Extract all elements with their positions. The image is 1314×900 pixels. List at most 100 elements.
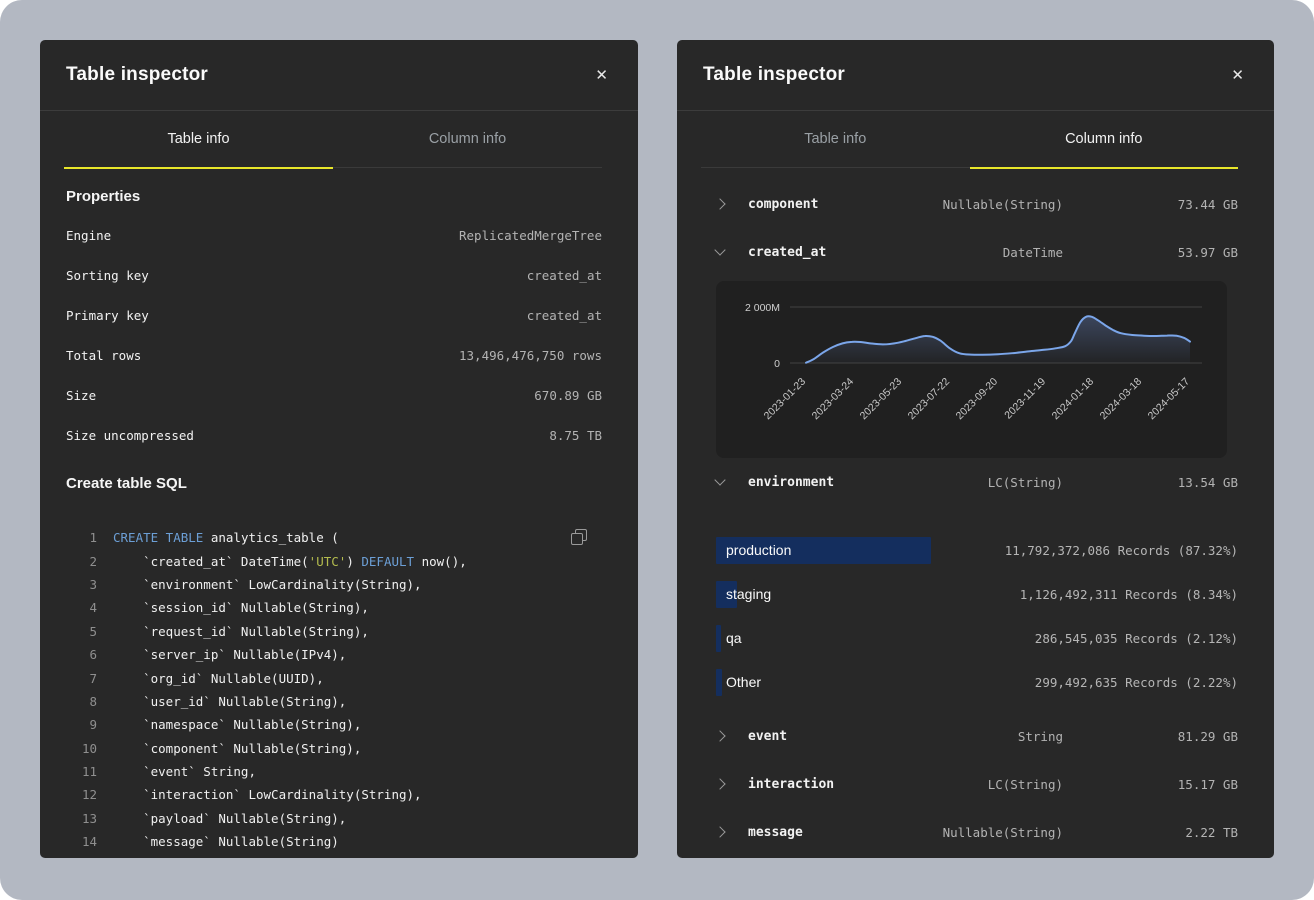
- y-axis-label-zero: 0: [774, 358, 780, 370]
- sql-line-text: `interaction` LowCardinality(String),: [113, 787, 422, 802]
- sql-token-pl: `interaction` LowCardinality(String),: [113, 787, 422, 802]
- sql-code-block: 1CREATE TABLE analytics_table (2 `create…: [40, 526, 638, 858]
- chevron-down-icon[interactable]: [714, 244, 725, 255]
- column-size: 13.54 GB: [1063, 475, 1238, 490]
- sql-line: 12 `interaction` LowCardinality(String),: [40, 783, 638, 806]
- x-axis-label: 2023-11-19: [1002, 376, 1048, 422]
- dialog-header: Table inspector ✕: [40, 40, 638, 110]
- sql-token-pl: `namespace` Nullable(String),: [113, 717, 361, 732]
- tab-column-info[interactable]: Column info: [970, 111, 1239, 169]
- close-button[interactable]: ✕: [591, 64, 612, 87]
- value-label: production: [726, 542, 791, 558]
- sql-token-pl: `server_ip` Nullable(IPv4),: [113, 647, 346, 662]
- sql-line-text: `environment` LowCardinality(String),: [113, 577, 422, 592]
- tabs-right: Table infoColumn info: [701, 111, 1238, 168]
- sql-token-pl: `environment` LowCardinality(String),: [113, 577, 422, 592]
- chevron-right-icon[interactable]: [714, 826, 725, 837]
- column-type: Nullable(String): [913, 825, 1063, 840]
- chevron-right-icon[interactable]: [714, 778, 725, 789]
- copy-sql-button[interactable]: [566, 528, 588, 550]
- line-number: 9: [66, 717, 97, 732]
- sql-line: 10 `component` Nullable(String),: [40, 737, 638, 760]
- column-type: String: [913, 729, 1063, 744]
- close-button[interactable]: ✕: [1227, 64, 1248, 87]
- sql-token-pl: `created_at` DateTime(: [113, 554, 309, 569]
- series-area: [806, 316, 1190, 363]
- property-value: created_at: [527, 268, 602, 283]
- sql-token-pl: `component` Nullable(String),: [113, 741, 361, 756]
- line-number: 14: [66, 834, 97, 849]
- property-label: Sorting key: [66, 268, 149, 283]
- chevron-right-icon[interactable]: [714, 198, 725, 209]
- line-number: 10: [66, 741, 97, 756]
- property-value: 13,496,476,750 rows: [459, 348, 602, 363]
- value-row-staging: staging1,126,492,311 Records (8.34%): [677, 572, 1274, 616]
- sql-line: 15) ENGINE = ReplicatedMergeTree('/click…: [40, 853, 638, 858]
- tab-table-info[interactable]: Table info: [701, 111, 970, 169]
- column-name: component: [748, 197, 913, 212]
- property-label: Engine: [66, 228, 111, 243]
- column-size: 15.17 GB: [1063, 777, 1238, 792]
- column-row-event[interactable]: eventString81.29 GB: [677, 712, 1274, 760]
- sql-token-kw: CREATE TABLE: [113, 530, 203, 545]
- sql-line-text: CREATE TABLE analytics_table (: [113, 530, 339, 545]
- x-axis-label: 2023-03-24: [810, 376, 857, 423]
- created-at-distribution-chart: 2 000M02023-01-232023-03-242023-05-23202…: [716, 281, 1227, 458]
- column-row-component[interactable]: componentNullable(String)73.44 GB: [677, 180, 1274, 228]
- column-size: 81.29 GB: [1063, 729, 1238, 744]
- column-row-message[interactable]: messageNullable(String)2.22 TB: [677, 808, 1274, 856]
- column-size: 73.44 GB: [1063, 197, 1238, 212]
- column-name: interaction: [748, 777, 913, 792]
- create-table-sql-heading: Create table SQL: [66, 475, 602, 492]
- column-type: LC(String): [913, 777, 1063, 792]
- tab-column-info[interactable]: Column info: [333, 111, 602, 169]
- column-name: event: [748, 729, 913, 744]
- sql-token-pl: `message` Nullable(String): [113, 834, 339, 849]
- x-axis-label: 2023-05-23: [858, 376, 905, 423]
- sql-line-text: `message` Nullable(String): [113, 834, 339, 849]
- sql-line-text: `request_id` Nullable(String),: [113, 624, 369, 639]
- property-row: Size uncompressed8.75 TB: [40, 415, 638, 455]
- column-row-interaction[interactable]: interactionLC(String)15.17 GB: [677, 760, 1274, 808]
- copy-icon: [571, 533, 583, 545]
- chevron-right-icon[interactable]: [714, 730, 725, 741]
- line-number: 6: [66, 647, 97, 662]
- column-name: message: [748, 825, 913, 840]
- property-value: ReplicatedMergeTree: [459, 228, 602, 243]
- value-row-qa: qa286,545,035 Records (2.12%): [677, 616, 1274, 660]
- sql-line: 9 `namespace` Nullable(String),: [40, 713, 638, 736]
- value-row-other: Other 299,492,635 Records (2.22%): [677, 660, 1274, 704]
- chevron-down-icon[interactable]: [714, 474, 725, 485]
- x-axis-label: 2024-05-17: [1146, 376, 1193, 423]
- property-value: 8.75 TB: [549, 428, 602, 443]
- sql-token-pl: `user_id` Nullable(String),: [113, 694, 346, 709]
- value-label: staging: [726, 586, 771, 602]
- sql-line: 4 `session_id` Nullable(String),: [40, 596, 638, 619]
- sql-line: 8 `user_id` Nullable(String),: [40, 690, 638, 713]
- x-axis-label: 2023-07-22: [906, 376, 953, 423]
- sql-token-kw: DEFAULT: [361, 554, 414, 569]
- sql-line: 2 `created_at` DateTime('UTC') DEFAULT n…: [40, 549, 638, 572]
- column-size: 53.97 GB: [1063, 245, 1238, 260]
- tabs-left: Table infoColumn info: [64, 111, 602, 168]
- screenshot-stage: Table inspector ✕ Table infoColumn info …: [0, 0, 1314, 900]
- value-records: 299,492,635 Records (2.22%): [1035, 675, 1238, 690]
- sql-line-text: `created_at` DateTime('UTC') DEFAULT now…: [113, 554, 467, 569]
- line-number: 7: [66, 671, 97, 686]
- line-number: 8: [66, 694, 97, 709]
- sql-token-pl: ): [346, 554, 361, 569]
- sql-line-text: `payload` Nullable(String),: [113, 811, 346, 826]
- column-row-environment[interactable]: environmentLC(String)13.54 GB: [677, 458, 1274, 506]
- column-size: 2.22 TB: [1063, 825, 1238, 840]
- sql-line: 6 `server_ip` Nullable(IPv4),: [40, 643, 638, 666]
- tab-table-info[interactable]: Table info: [64, 111, 333, 169]
- sql-token-pl: `org_id` Nullable(UUID),: [113, 671, 324, 686]
- sql-token-pl: `session_id` Nullable(String),: [113, 600, 369, 615]
- property-value: 670.89 GB: [534, 388, 602, 403]
- properties-heading: Properties: [66, 188, 602, 205]
- column-row-created_at[interactable]: created_atDateTime53.97 GB: [677, 228, 1274, 276]
- columns-list: componentNullable(String)73.44 GBcreated…: [677, 168, 1274, 858]
- sql-token-pl: `request_id` Nullable(String),: [113, 624, 369, 639]
- value-label: Other: [726, 674, 761, 690]
- column-type: Nullable(String): [913, 197, 1063, 212]
